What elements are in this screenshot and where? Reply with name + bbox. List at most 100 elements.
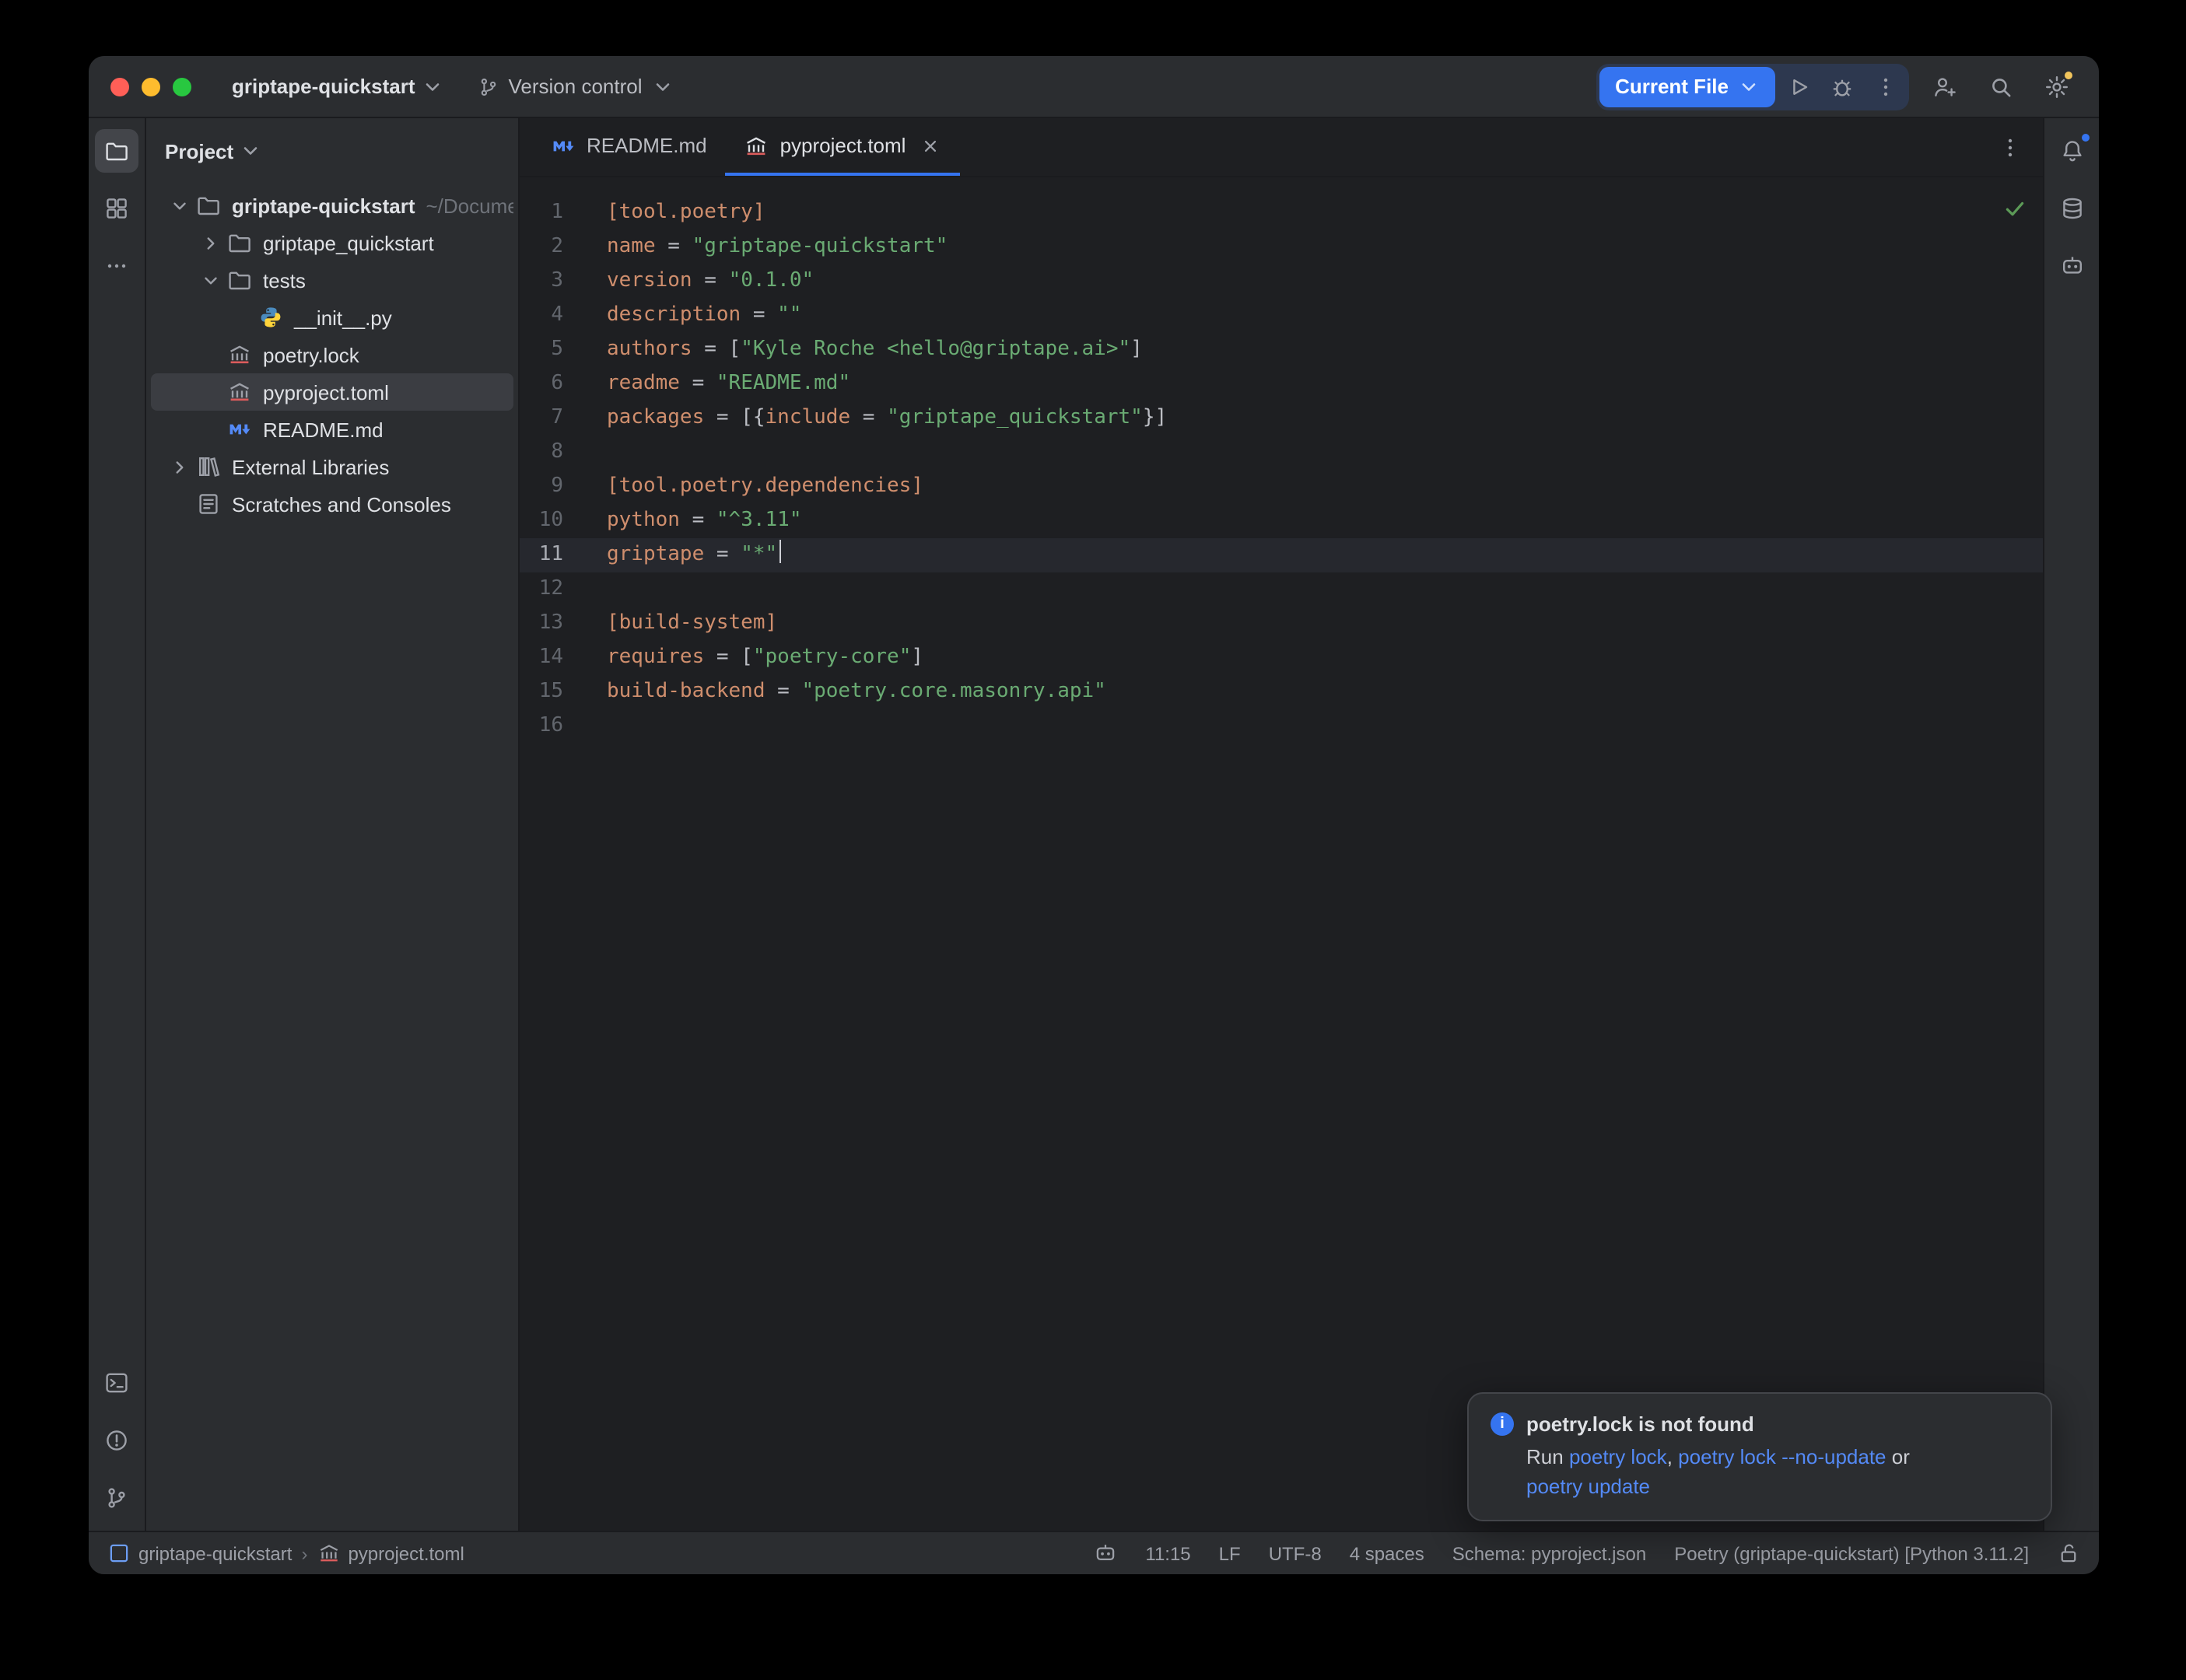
run-icon[interactable] bbox=[1778, 66, 1819, 107]
python-interpreter-label: Poetry (griptape-quickstart) [Python 3.1… bbox=[1674, 1542, 2029, 1564]
python-interpreter[interactable]: Poetry (griptape-quickstart) [Python 3.1… bbox=[1674, 1542, 2029, 1564]
breadcrumb-item-griptape-quickstart[interactable]: griptape-quickstart bbox=[107, 1542, 292, 1565]
more-run-actions-icon[interactable] bbox=[1865, 66, 1906, 107]
problems-tool-window-button[interactable] bbox=[95, 1419, 138, 1462]
text-caret bbox=[779, 540, 781, 563]
code-line[interactable]: 8 bbox=[520, 436, 2043, 470]
caret-position[interactable]: 11:15 bbox=[1145, 1542, 1190, 1564]
version-control-tool-window-button[interactable] bbox=[95, 1476, 138, 1520]
tree-item-poetry-lock[interactable]: poetry.lock bbox=[151, 336, 513, 373]
link-poetry-lock[interactable]: poetry lock bbox=[1569, 1445, 1667, 1468]
scratches-icon bbox=[196, 492, 221, 516]
notification-text: , bbox=[1667, 1445, 1678, 1468]
project-tool-window-button[interactable] bbox=[95, 129, 138, 173]
project-switcher[interactable]: griptape-quickstart bbox=[232, 75, 443, 98]
file-encoding-label: UTF-8 bbox=[1269, 1542, 1322, 1564]
code-text bbox=[582, 709, 607, 744]
chevron-right-icon[interactable] bbox=[198, 230, 222, 255]
chevron-right-icon[interactable] bbox=[166, 454, 191, 479]
code-editor[interactable]: 1[tool.poetry]2name = "griptape-quicksta… bbox=[520, 177, 2043, 1531]
notifications-button-badge bbox=[2079, 132, 2090, 143]
code-text: name = "griptape-quickstart" bbox=[582, 230, 948, 264]
settings-icon[interactable] bbox=[2037, 66, 2077, 107]
markdown-icon bbox=[227, 417, 252, 442]
code-line[interactable]: 5authors = ["Kyle Roche <hello@griptape.… bbox=[520, 333, 2043, 367]
notification-header: i poetry.lock is not found bbox=[1491, 1412, 2029, 1436]
tree-item-label: griptape_quickstart bbox=[263, 231, 434, 254]
ai-assistant-button[interactable] bbox=[2050, 244, 2093, 288]
breadcrumb-item-pyproject-toml[interactable]: pyproject.toml bbox=[317, 1542, 464, 1565]
close-button[interactable] bbox=[110, 77, 129, 96]
breadcrumb-label: griptape-quickstart bbox=[138, 1542, 292, 1564]
chevron-down-icon[interactable] bbox=[198, 268, 222, 292]
indent-style[interactable]: 4 spaces bbox=[1350, 1542, 1424, 1564]
tree-item-pyproject-toml[interactable]: pyproject.toml bbox=[151, 373, 513, 411]
tab-pyproject[interactable]: pyproject.toml bbox=[726, 118, 961, 176]
link-poetry-lock-no-update[interactable]: poetry lock --no-update bbox=[1678, 1445, 1886, 1468]
terminal-tool-window-button[interactable] bbox=[95, 1361, 138, 1405]
tree-item-tests[interactable]: tests bbox=[151, 261, 513, 299]
project-panel-header[interactable]: Project bbox=[146, 118, 518, 174]
code-line[interactable]: 16 bbox=[520, 709, 2043, 744]
tab-options-icon[interactable] bbox=[1990, 127, 2030, 167]
code-text: [tool.poetry.dependencies] bbox=[582, 470, 923, 504]
tab-readme[interactable]: README.md bbox=[532, 118, 726, 176]
code-line[interactable]: 7packages = [{include = "griptape_quicks… bbox=[520, 401, 2043, 436]
project-tree: griptape-quickstart~/Docume griptape_quic… bbox=[146, 174, 518, 1531]
tree-item-griptape-quickstart[interactable]: griptape-quickstart~/Docume bbox=[151, 187, 513, 224]
zoom-button[interactable] bbox=[173, 77, 191, 96]
code-line[interactable]: 4description = "" bbox=[520, 299, 2043, 333]
file-encoding[interactable]: UTF-8 bbox=[1269, 1542, 1322, 1564]
json-schema-label: Schema: pyproject.json bbox=[1452, 1542, 1646, 1564]
line-separator[interactable]: LF bbox=[1219, 1542, 1241, 1564]
branch-icon bbox=[478, 75, 499, 97]
code-line[interactable]: 2name = "griptape-quickstart" bbox=[520, 230, 2043, 264]
line-number: 6 bbox=[520, 367, 582, 401]
code-line[interactable]: 3version = "0.1.0" bbox=[520, 264, 2043, 299]
notifications-button[interactable] bbox=[2050, 129, 2093, 173]
database-tool-window-button[interactable] bbox=[2050, 187, 2093, 230]
tab-label: pyproject.toml bbox=[780, 134, 906, 157]
code-line[interactable]: 1[tool.poetry] bbox=[520, 196, 2043, 230]
vcs-widget[interactable]: Version control bbox=[478, 75, 674, 98]
code-text: readme = "README.md" bbox=[582, 367, 850, 401]
code-line[interactable]: 9[tool.poetry.dependencies] bbox=[520, 470, 2043, 504]
unlock-icon bbox=[2057, 1542, 2080, 1565]
code-line[interactable]: 13[build-system] bbox=[520, 607, 2043, 641]
code-line[interactable]: 12 bbox=[520, 572, 2043, 607]
code-text bbox=[582, 572, 607, 607]
add-user-icon[interactable] bbox=[1925, 66, 1965, 107]
tree-item-external-libraries[interactable]: External Libraries bbox=[151, 448, 513, 485]
line-number: 2 bbox=[520, 230, 582, 264]
editor-tabs: README.md pyproject.toml bbox=[520, 118, 2043, 177]
chevron-down-icon bbox=[1738, 75, 1760, 97]
code-line[interactable]: 15build-backend = "poetry.core.masonry.a… bbox=[520, 675, 2043, 709]
minimize-button[interactable] bbox=[142, 77, 160, 96]
tree-item-scratches-and-consoles[interactable]: Scratches and Consoles bbox=[151, 485, 513, 523]
code-line[interactable]: 6readme = "README.md" bbox=[520, 367, 2043, 401]
copilot-status[interactable] bbox=[1094, 1542, 1117, 1565]
tree-item-readme-md[interactable]: README.md bbox=[151, 411, 513, 448]
tree-item-init-py[interactable]: __init__.py bbox=[151, 299, 513, 336]
notification-title: poetry.lock is not found bbox=[1526, 1412, 1754, 1436]
inspections-ok-icon[interactable] bbox=[2002, 196, 2027, 221]
run-config-button[interactable]: Current File bbox=[1599, 66, 1775, 107]
json-schema[interactable]: Schema: pyproject.json bbox=[1452, 1542, 1646, 1564]
debug-icon[interactable] bbox=[1822, 66, 1862, 107]
code-line[interactable]: 10python = "^3.11" bbox=[520, 504, 2043, 538]
tree-item-label: __init__.py bbox=[294, 306, 392, 329]
search-icon[interactable] bbox=[1981, 66, 2021, 107]
readonly-toggle[interactable] bbox=[2057, 1542, 2080, 1565]
tool-windows-button[interactable] bbox=[95, 187, 138, 230]
tree-item-label: External Libraries bbox=[232, 455, 389, 478]
chevron-down-icon[interactable] bbox=[166, 193, 191, 218]
code-line[interactable]: 14requires = ["poetry-core"] bbox=[520, 641, 2043, 675]
notification-body: Run poetry lock, poetry lock --no-update… bbox=[1526, 1442, 2029, 1501]
link-poetry-update[interactable]: poetry update bbox=[1526, 1475, 1650, 1498]
close-icon[interactable] bbox=[920, 135, 941, 156]
tree-item-griptape-quickstart[interactable]: griptape_quickstart bbox=[151, 224, 513, 261]
line-number: 5 bbox=[520, 333, 582, 367]
code-text: [tool.poetry] bbox=[582, 196, 765, 230]
code-line[interactable]: 11griptape = "*" bbox=[520, 538, 2043, 572]
more-tool-windows-button[interactable] bbox=[95, 244, 138, 288]
